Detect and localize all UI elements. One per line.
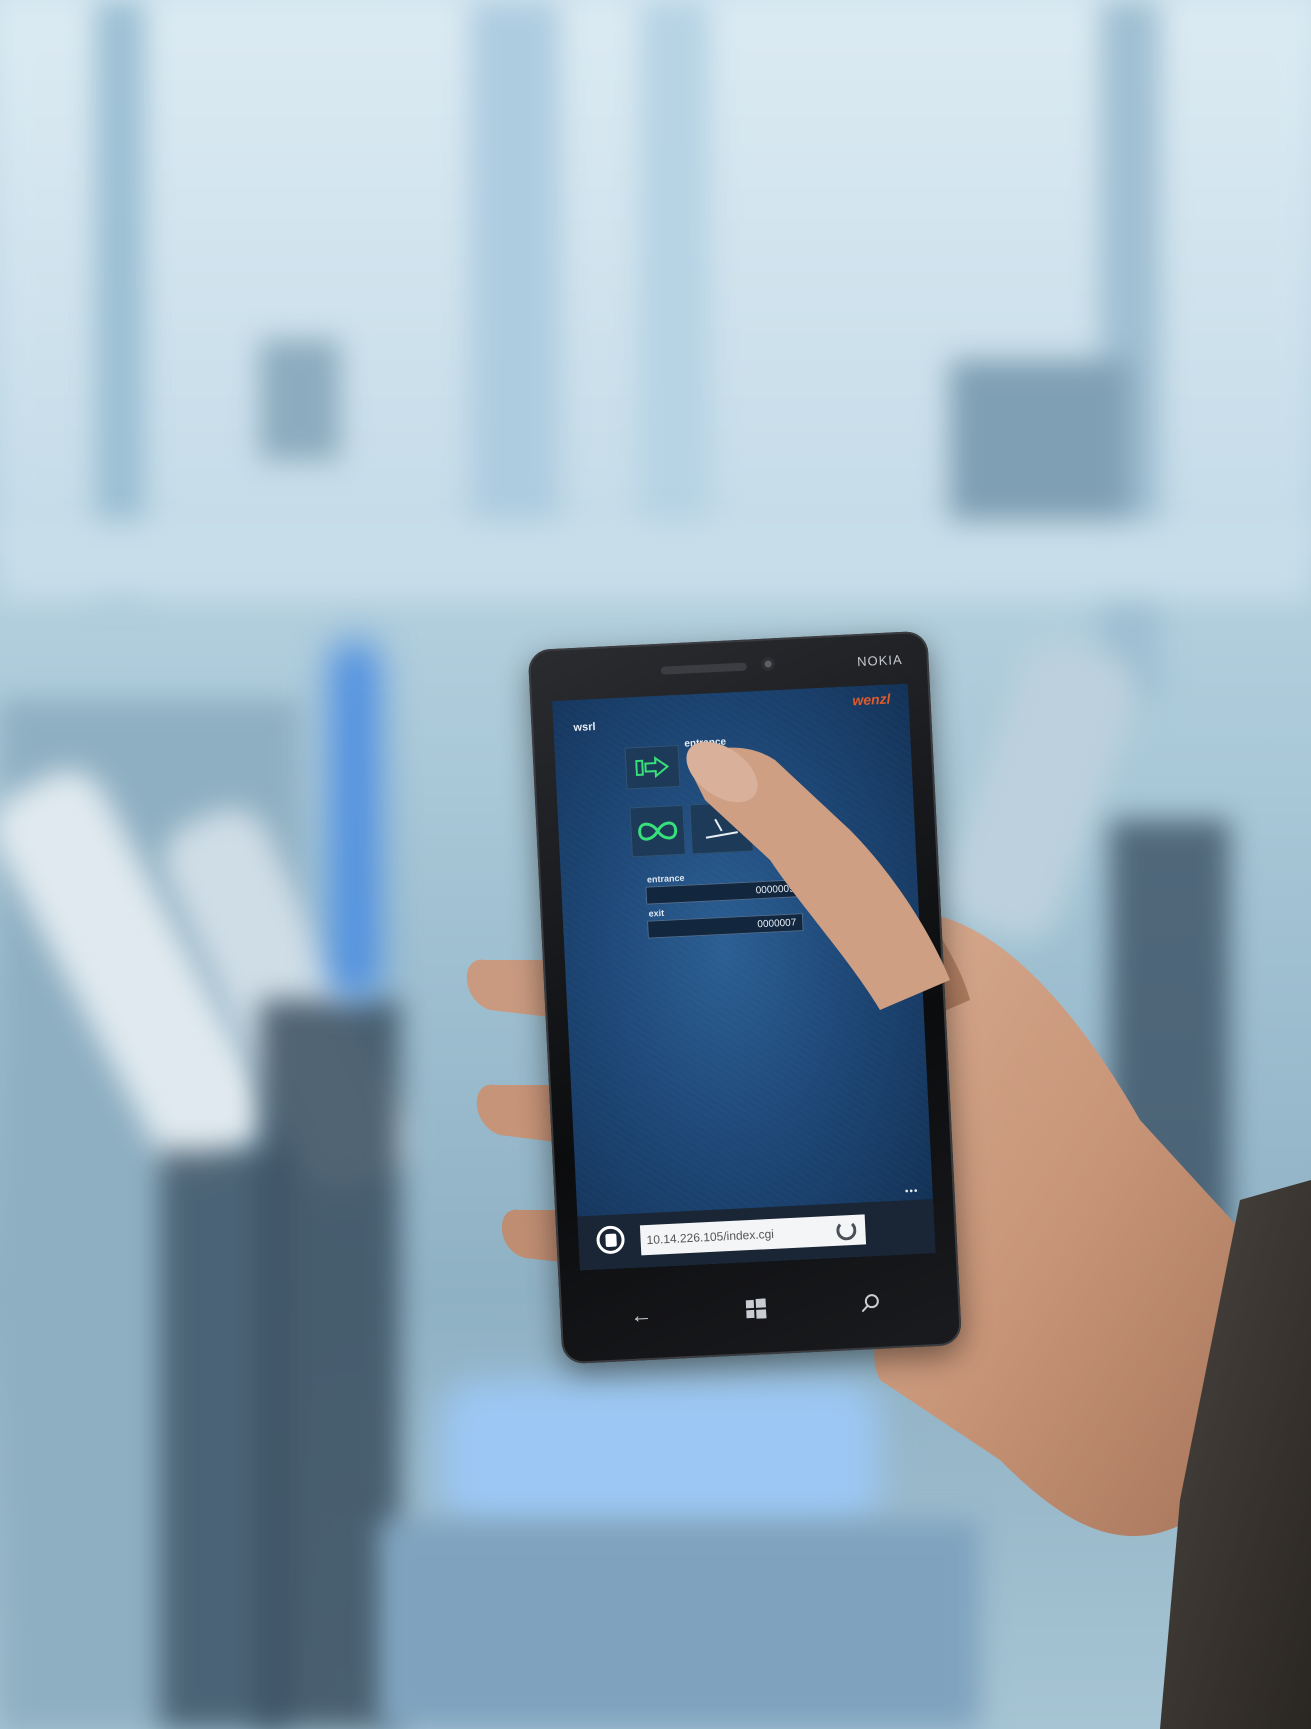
entrance-tile-label: entrance (684, 736, 727, 750)
windows-icon[interactable] (745, 1298, 767, 1325)
app-header-label: wsrl (573, 720, 596, 735)
person-walking-icon (700, 756, 778, 786)
turnstile-icon (705, 818, 738, 839)
exit-mode-button[interactable] (689, 801, 754, 855)
back-arrow-icon[interactable]: ← (630, 1302, 653, 1329)
brand-logo: NOKIA (856, 651, 903, 670)
entry-arrow-button[interactable] (624, 744, 681, 790)
entry-arrow-icon (635, 756, 670, 779)
phone-screen: wsrl wenzl entrance entrance 0000009 exi… (552, 683, 936, 1271)
smartphone: NOKIA wsrl wenzl entrance entrance 00000… (527, 630, 963, 1365)
exit-counter-label: exit (648, 907, 665, 919)
infinity-icon (638, 821, 678, 841)
app-logo: wenzl (851, 690, 891, 709)
entrance-counter-label: entrance (646, 872, 685, 885)
url-input[interactable] (639, 1214, 867, 1256)
tabs-icon[interactable] (595, 1225, 626, 1255)
search-icon[interactable] (859, 1293, 880, 1320)
browser-more-dots[interactable]: ••• (905, 1186, 919, 1198)
entrance-mode-button[interactable] (685, 748, 787, 793)
permanent-open-button[interactable] (629, 804, 686, 858)
